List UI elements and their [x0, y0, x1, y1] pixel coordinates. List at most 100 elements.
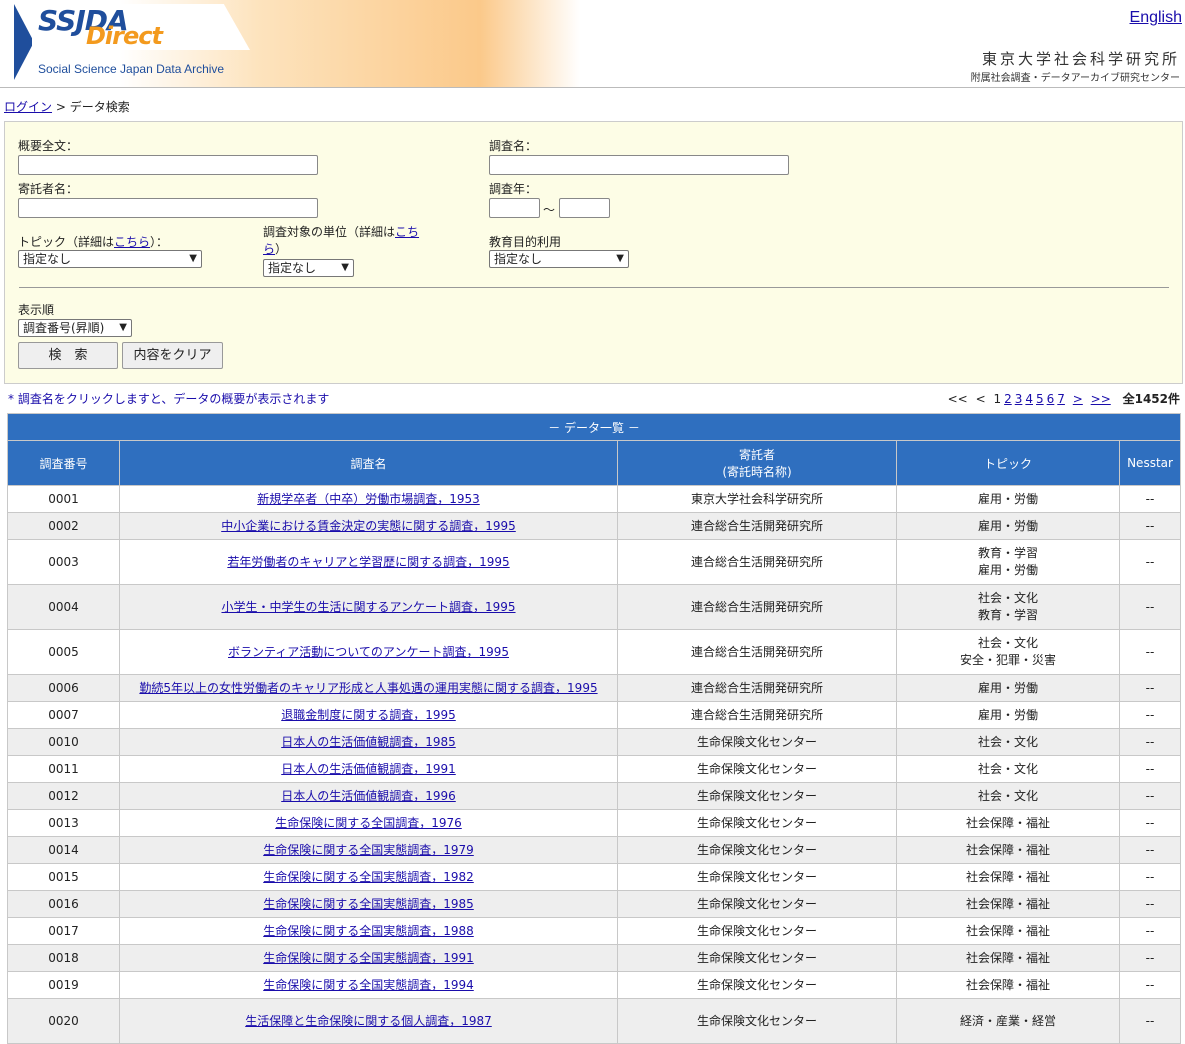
- cell-id: 0013: [7, 809, 120, 837]
- topic-detail-link[interactable]: こちら: [114, 235, 150, 249]
- unit-detail-link[interactable]: こち: [395, 225, 419, 239]
- pager-page-link[interactable]: 2: [1004, 392, 1012, 406]
- search-panel: 概要全文： 調査名： 寄託者名： 調査年： ～ トピック（詳細はこちら）： 指定…: [4, 121, 1183, 384]
- results-table: － データ一覧 － 調査番号 調査名 寄託者 (寄託時名称) トピック Nesst…: [6, 413, 1182, 1044]
- cell-title: 生命保険に関する全国実態調査，1982: [119, 863, 618, 891]
- cell-depositor: 生命保険文化センター: [617, 971, 897, 999]
- survey-title-link[interactable]: 生命保険に関する全国実態調査，1982: [263, 870, 474, 884]
- survey-title-link[interactable]: 勤続5年以上の女性労働者のキャリア形成と人事処遇の運用実態に関する調査，1995: [139, 681, 597, 695]
- logo-direct-text: Direct: [86, 22, 163, 50]
- pager-prev[interactable]: <: [976, 392, 986, 406]
- cell-depositor: 生命保険文化センター: [617, 944, 897, 972]
- cell-depositor: 生命保険文化センター: [617, 728, 897, 756]
- survey-title-link[interactable]: 日本人の生活価値観調査，1996: [281, 789, 456, 803]
- cell-topic: 社会保障・福祉: [896, 863, 1120, 891]
- cell-title: 日本人の生活価値観調査，1996: [119, 782, 618, 810]
- survey-title-link[interactable]: 新規学卒者（中卒）労働市場調査，1953: [257, 492, 480, 506]
- cell-nesstar: --: [1118, 674, 1182, 702]
- year-to-input[interactable]: [559, 198, 610, 218]
- pager-page-link[interactable]: 7: [1057, 392, 1065, 406]
- cell-depositor: 連合総合生活開発研究所: [617, 512, 897, 540]
- cell-topic: 社会・文化 安全・犯罪・災害: [896, 629, 1120, 675]
- survey-title-link[interactable]: 生命保険に関する全国実態調査，1991: [263, 951, 474, 965]
- topic-tag: 教育・学習: [977, 608, 1038, 622]
- cell-nesstar: --: [1118, 782, 1182, 810]
- cell-topic: 社会・文化: [896, 782, 1120, 810]
- survey-title-link[interactable]: 小学生・中学生の生活に関するアンケート調査，1995: [221, 600, 515, 614]
- unit-detail-link-cont[interactable]: ら: [263, 242, 275, 256]
- pager-last[interactable]: >>: [1091, 392, 1111, 406]
- survey-title-link[interactable]: 若年労働者のキャリアと学習歴に関する調査，1995: [227, 555, 509, 569]
- survey-title-link[interactable]: 日本人の生活価値観調査，1985: [281, 735, 456, 749]
- pager-page-link[interactable]: 5: [1036, 392, 1044, 406]
- cell-nesstar: --: [1118, 485, 1182, 513]
- cell-depositor: 生命保険文化センター: [617, 782, 897, 810]
- survey-title-link[interactable]: 生命保険に関する全国実態調査，1979: [263, 843, 474, 857]
- table-row: 0016 生命保険に関する全国実態調査，1985 生命保険文化センター 社会保障・福祉…: [7, 890, 1182, 918]
- table-row: 0010 日本人の生活価値観調査，1985 生命保険文化センター 社会・文化 --: [7, 728, 1182, 756]
- depositor-input[interactable]: [18, 198, 318, 218]
- breadcrumb-login-link[interactable]: ログイン: [4, 100, 52, 114]
- cell-title: 生命保険に関する全国実態調査，1994: [119, 971, 618, 999]
- cell-id: 0007: [7, 701, 120, 729]
- cell-title: 生命保険に関する全国実態調査，1979: [119, 836, 618, 864]
- clear-button[interactable]: 内容をクリア: [122, 342, 223, 369]
- english-link[interactable]: English: [1130, 9, 1182, 27]
- title-input[interactable]: [489, 155, 789, 175]
- survey-title-link[interactable]: 生命保険に関する全国実態調査，1985: [263, 897, 474, 911]
- pager-page-link[interactable]: 3: [1015, 392, 1023, 406]
- cell-title: 新規学卒者（中卒）労働市場調査，1953: [119, 485, 618, 513]
- survey-title-link[interactable]: ボランティア活動についてのアンケート調査，1995: [228, 645, 509, 659]
- survey-title-link[interactable]: 生命保険に関する全国調査，1976: [275, 816, 462, 830]
- topic-tag: 社会・文化: [977, 636, 1038, 650]
- ssjda-direct-logo[interactable]: SSJDA Direct Social Science Japan Data A…: [14, 4, 254, 82]
- depositor-label: 寄託者名：: [18, 182, 79, 196]
- year-from-input[interactable]: [489, 198, 540, 218]
- logo-triangle: [14, 4, 34, 80]
- table-row: 0007 退職金制度に関する調査，1995 連合総合生活開発研究所 雇用・労働 --: [7, 701, 1182, 729]
- edu-select[interactable]: 指定なし ▼: [489, 250, 629, 268]
- table-row: 0017 生命保険に関する全国実態調査，1988 生命保険文化センター 社会保障・福祉…: [7, 917, 1182, 945]
- chevron-down-icon: ▼: [616, 253, 624, 264]
- survey-title-link[interactable]: 日本人の生活価値観調査，1991: [281, 762, 456, 776]
- cell-nesstar: --: [1118, 584, 1182, 630]
- search-button[interactable]: 検 索: [18, 342, 118, 369]
- pager-first[interactable]: <<: [948, 392, 968, 406]
- column-header-topic: トピック: [896, 440, 1120, 486]
- cell-topic: 社会保障・福祉: [896, 836, 1120, 864]
- table-row: 0003 若年労働者のキャリアと学習歴に関する調査，1995 連合総合生活開発研究所…: [7, 539, 1182, 585]
- table-row: 0011 日本人の生活価値観調査，1991 生命保険文化センター 社会・文化 --: [7, 755, 1182, 783]
- cell-title: ボランティア活動についてのアンケート調査，1995: [119, 629, 618, 675]
- survey-title-link[interactable]: 退職金制度に関する調査，1995: [281, 708, 456, 722]
- pager-page-link[interactable]: 4: [1025, 392, 1033, 406]
- cell-id: 0018: [7, 944, 120, 972]
- unit-label: 調査対象の単位（詳細はこち ら）: [263, 224, 419, 258]
- topic-select[interactable]: 指定なし ▼: [18, 250, 202, 268]
- pager-page-link[interactable]: 6: [1047, 392, 1055, 406]
- unit-select[interactable]: 指定なし ▼: [263, 259, 354, 277]
- table-row: 0020 生活保障と生命保険に関する個人調査，1987 生命保険文化センター 経済・産…: [7, 998, 1182, 1044]
- survey-title-link[interactable]: 生命保険に関する全国実態調査，1988: [263, 924, 474, 938]
- table-row: 0006 勤続5年以上の女性労働者のキャリア形成と人事処遇の運用実態に関する調査，…: [7, 674, 1182, 702]
- cell-depositor: 生命保険文化センター: [617, 809, 897, 837]
- survey-title-link[interactable]: 生命保険に関する全国実態調査，1994: [263, 978, 474, 992]
- cell-depositor: 生命保険文化センター: [617, 998, 897, 1044]
- cell-title: 退職金制度に関する調査，1995: [119, 701, 618, 729]
- survey-title-link[interactable]: 生活保障と生命保険に関する個人調査，1987: [245, 1014, 492, 1028]
- topic-tag: 雇用・労働: [977, 518, 1038, 533]
- topic-tag: 経済・産業・経営: [959, 1013, 1056, 1028]
- order-select[interactable]: 調査番号(昇順) ▼: [18, 319, 132, 337]
- survey-title-link[interactable]: 中小企業における賃金決定の実態に関する調査，1995: [221, 519, 516, 533]
- cell-title: 勤続5年以上の女性労働者のキャリア形成と人事処遇の運用実態に関する調査，1995: [119, 674, 618, 702]
- topic-tag: 教育・学習: [977, 546, 1038, 560]
- edu-label: 教育目的利用: [489, 235, 562, 249]
- unit-select-value: 指定なし: [268, 261, 317, 275]
- cell-nesstar: --: [1118, 755, 1182, 783]
- abstract-input[interactable]: [18, 155, 318, 175]
- cell-title: 生活保障と生命保険に関する個人調査，1987: [119, 998, 618, 1044]
- topic-label: トピック（詳細はこちら）：: [18, 233, 168, 250]
- pager-next[interactable]: >: [1073, 392, 1083, 406]
- cell-title: 中小企業における賃金決定の実態に関する調査，1995: [119, 512, 618, 540]
- table-row: 0018 生命保険に関する全国実態調査，1991 生命保険文化センター 社会保障・福祉…: [7, 944, 1182, 972]
- topic-tag: 社会保障・福祉: [965, 923, 1050, 938]
